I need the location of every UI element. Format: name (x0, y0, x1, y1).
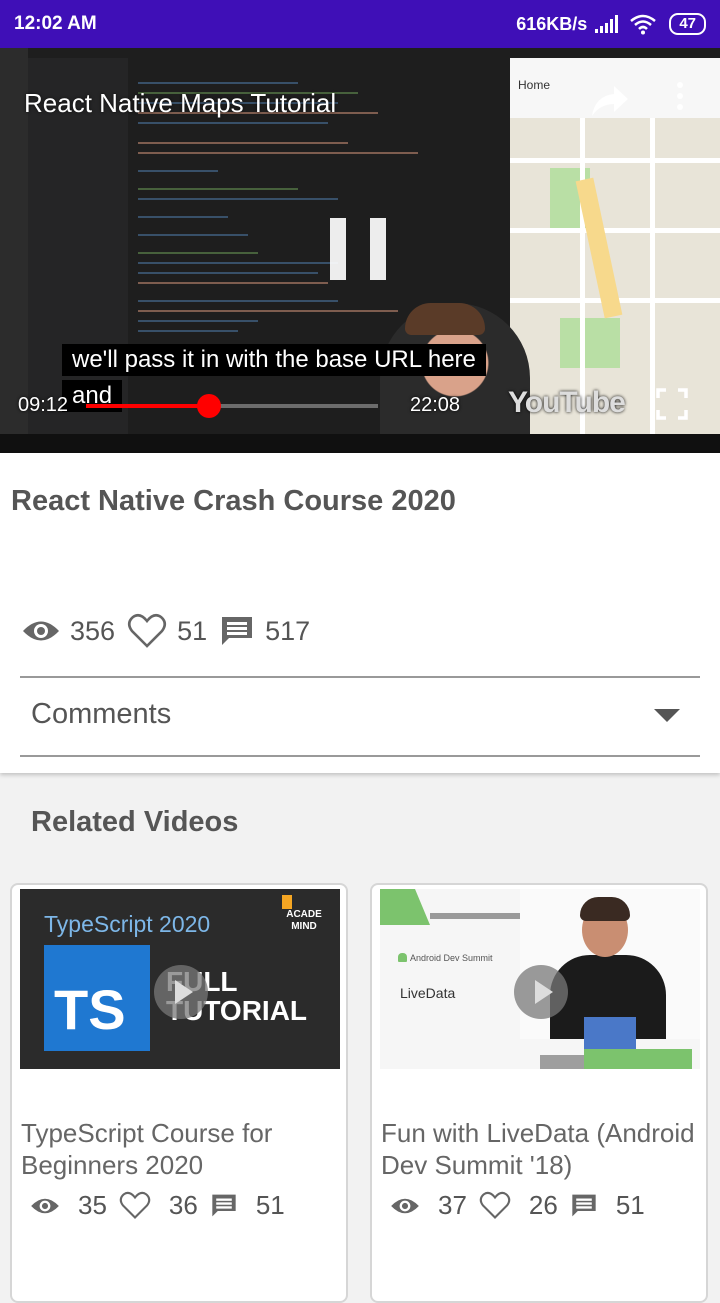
likes-stat[interactable]: 26 (479, 1190, 558, 1221)
heart-icon (479, 1191, 511, 1219)
fullscreen-icon[interactable] (656, 388, 688, 420)
likes-stat[interactable]: 36 (119, 1190, 198, 1221)
comments-count: 51 (615, 1190, 645, 1220)
video-player[interactable]: Home React Native Maps Tutorial we'll pa… (0, 48, 720, 453)
comments-count: 517 (265, 615, 311, 646)
comments-dropdown-label[interactable]: Comments (31, 698, 171, 731)
chevron-down-icon[interactable] (654, 709, 680, 722)
map-home-label: Home (518, 78, 551, 92)
video-overlay-title: React Native Maps Tutorial (24, 88, 337, 118)
divider (20, 755, 700, 757)
caption-line-1: we'll pass it in with the base URL here (62, 344, 486, 376)
android-icon (398, 953, 407, 962)
eye-icon (31, 1198, 59, 1213)
video-thumbnail[interactable]: Android Dev Summit LiveData (380, 889, 700, 1069)
related-video-stats: 35 36 51 (30, 1190, 297, 1221)
views-count: 356 (70, 615, 116, 646)
total-time: 22:08 (410, 394, 461, 416)
seek-bar-thumb[interactable] (196, 394, 221, 418)
status-indicators: 616KB/s 47 (516, 13, 706, 35)
youtube-logo[interactable]: YouTube (508, 386, 626, 420)
related-video-card[interactable]: TypeScript 2020 TS FULL TUTORIAL ACADE M… (10, 883, 348, 1303)
heart-icon (128, 613, 167, 648)
views-stat: 356 (22, 616, 115, 647)
likes-count: 36 (168, 1190, 198, 1220)
presenter-hair (405, 303, 485, 335)
play-icon[interactable] (514, 965, 568, 1019)
likes-count: 26 (528, 1190, 558, 1220)
comments-stat: 51 (570, 1190, 645, 1221)
views-count: 37 (438, 1190, 467, 1220)
wifi-icon (630, 14, 657, 35)
comment-icon (212, 1194, 236, 1217)
comment-icon (572, 1194, 596, 1217)
related-video-title[interactable]: TypeScript Course for Beginners 2020 (21, 1117, 341, 1181)
more-options-icon[interactable] (670, 82, 690, 116)
related-video-title[interactable]: Fun with LiveData (Android Dev Summit '1… (381, 1117, 701, 1181)
status-time: 12:02 AM (14, 13, 97, 34)
video-title: React Native Crash Course 2020 (11, 485, 456, 517)
thumb-brand: ACADE MIND (286, 909, 322, 932)
comments-stat: 517 (219, 614, 310, 648)
comments-count: 51 (255, 1190, 285, 1220)
network-speed: 616KB/s (516, 13, 588, 34)
likes-count: 51 (177, 615, 208, 646)
share-icon[interactable] (590, 84, 630, 118)
comments-stat: 51 (210, 1190, 285, 1221)
academind-logo-icon (282, 895, 292, 909)
views-stat: 37 (390, 1190, 467, 1221)
current-time: 09:12 (18, 394, 69, 416)
related-video-card[interactable]: Android Dev Summit LiveData Fun with Liv… (370, 883, 708, 1303)
related-video-stats: 37 26 51 (390, 1190, 657, 1221)
thumb-livedata-text: LiveData (400, 985, 456, 1001)
seek-bar-played (86, 404, 209, 408)
video-frame-taskbar (0, 434, 720, 453)
pause-icon[interactable] (330, 218, 410, 285)
views-count: 35 (78, 1190, 107, 1220)
views-stat: 35 (30, 1190, 107, 1221)
speaker-hair (580, 897, 630, 921)
likes-stat[interactable]: 51 (127, 613, 207, 649)
eye-icon (391, 1198, 419, 1213)
eye-icon (23, 621, 59, 641)
play-icon[interactable] (154, 965, 208, 1019)
signal-icon (595, 15, 619, 33)
thumb-heading: TypeScript 2020 (44, 911, 211, 937)
seek-bar[interactable] (86, 394, 378, 418)
video-thumbnail[interactable]: TypeScript 2020 TS FULL TUTORIAL ACADE M… (20, 889, 340, 1069)
thumb-ts-text: TS (54, 978, 126, 1041)
video-details-card: React Native Crash Course 2020 356 51 51… (0, 453, 720, 773)
divider (20, 676, 700, 678)
thumb-summit-text: Android Dev Summit (410, 953, 493, 963)
status-bar: 12:02 AM 616KB/s 47 (0, 0, 720, 48)
heart-icon (119, 1191, 151, 1219)
battery-indicator: 47 (669, 13, 706, 35)
video-stats: 356 51 517 (22, 613, 322, 649)
related-videos-heading: Related Videos (31, 806, 239, 838)
comment-icon (222, 617, 253, 645)
